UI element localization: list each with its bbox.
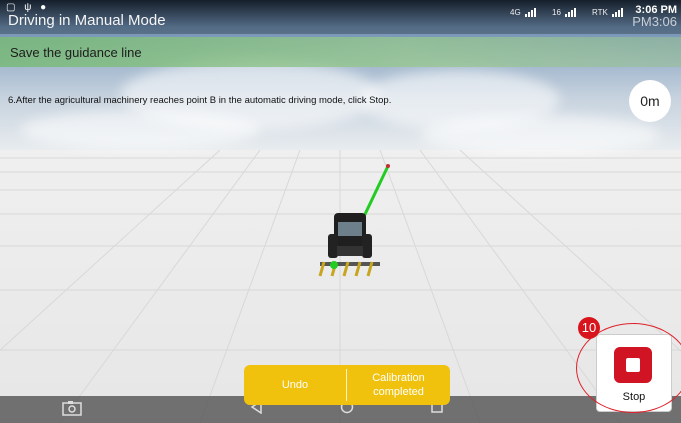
step-number-badge: 10 bbox=[578, 317, 600, 339]
action-button-group: Undo Calibration completed bbox=[244, 365, 450, 405]
distance-readout: 0m bbox=[629, 80, 671, 122]
camera-icon[interactable] bbox=[62, 400, 82, 419]
instruction-text: 6.After the agricultural machinery reach… bbox=[8, 95, 392, 106]
window-title: Driving in Manual Mode bbox=[8, 12, 166, 29]
calibration-completed-button[interactable]: Calibration completed bbox=[347, 365, 450, 405]
undo-button[interactable]: Undo bbox=[244, 365, 346, 405]
banner-title: Save the guidance line bbox=[10, 45, 142, 60]
signal-rtk: RTK bbox=[592, 8, 624, 17]
status-bar: ▢ ψ ● Driving in Manual Mode 4G 16 RTK 3… bbox=[0, 0, 681, 34]
clock-ghost: PM3:06 bbox=[632, 14, 677, 29]
signal-4g: 4G bbox=[510, 8, 537, 17]
step-banner: Save the guidance line bbox=[0, 37, 681, 67]
signal-satellite: 16 bbox=[552, 8, 577, 17]
tractor-icon bbox=[318, 213, 380, 277]
